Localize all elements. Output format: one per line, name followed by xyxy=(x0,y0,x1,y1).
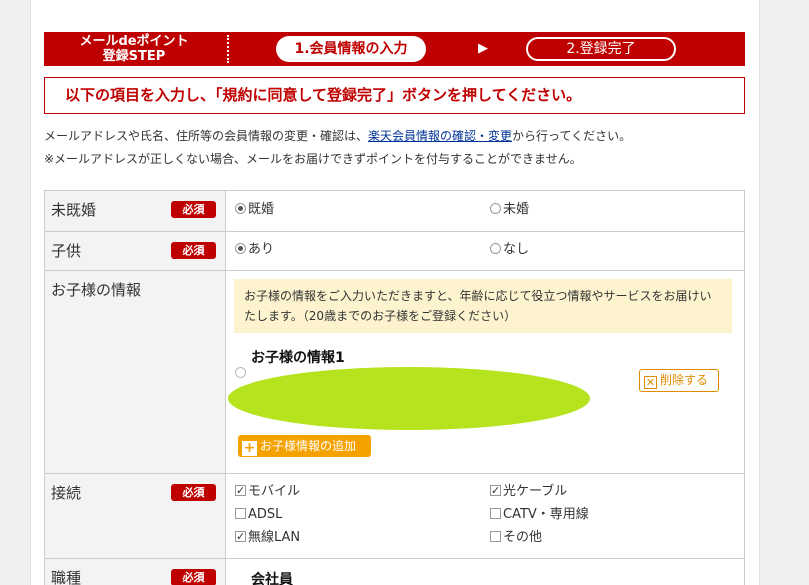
page-container: メールdeポイント 登録STEP 1.会員情報の入力 ▶ 2.登録完了 以下の項… xyxy=(30,0,760,585)
radio-unmarried[interactable]: 未婚 xyxy=(490,202,529,218)
checkbox-unchecked-icon[interactable] xyxy=(490,531,501,542)
required-badge: 必須 xyxy=(171,242,216,259)
registration-step-bar: メールdeポイント 登録STEP 1.会員情報の入力 ▶ 2.登録完了 xyxy=(44,32,745,66)
checkbox-checked-icon[interactable] xyxy=(235,483,246,499)
row-label: 未既婚 必須 xyxy=(45,191,226,231)
plus-icon: + xyxy=(242,440,257,456)
instruction-notice: 以下の項目を入力し、「規約に同意して登録完了」ボタンを押してください。 xyxy=(44,77,745,114)
row-label: 接続 必須 xyxy=(45,474,226,558)
row-child-info: お子様の情報 お子様の情報をご入力いただきますと、年齢に応じて役立つ情報やサービ… xyxy=(44,271,745,474)
info-text: メールアドレスや氏名、住所等の会員情報の変更・確認は、楽天会員情報の確認・変更か… xyxy=(44,125,745,171)
checkbox-adsl[interactable]: ADSL xyxy=(235,507,282,523)
step-bar-title: メールdeポイント 登録STEP xyxy=(79,34,189,64)
row-label: 子供 必須 xyxy=(45,232,226,270)
child-radio-icon[interactable] xyxy=(235,367,246,378)
registration-form: 未既婚 必須 既婚 未婚 子供 必須 あり なし お子様の情報 お子様の情報をご… xyxy=(44,190,745,585)
field-label: 子供 xyxy=(51,242,82,260)
member-info-link[interactable]: 楽天会員情報の確認・変更 xyxy=(368,129,512,143)
radio-unchecked-icon[interactable] xyxy=(490,203,501,214)
close-icon: ✕ xyxy=(644,376,657,389)
child-info-notice: お子様の情報をご入力いただきますと、年齢に応じて役立つ情報やサービスをお届けいた… xyxy=(234,279,732,333)
radio-married[interactable]: 既婚 xyxy=(235,202,274,218)
checkbox-unchecked-icon[interactable] xyxy=(490,508,501,519)
redacted-area xyxy=(228,367,590,430)
info-line-1: メールアドレスや氏名、住所等の会員情報の変更・確認は、楽天会員情報の確認・変更か… xyxy=(44,129,632,143)
field-label: 接続 xyxy=(51,484,82,502)
occupation-value: 会社員 xyxy=(251,572,293,585)
radio-children-no[interactable]: なし xyxy=(490,242,529,258)
row-children: 子供 必須 あり なし xyxy=(44,232,745,271)
radio-checked-icon[interactable] xyxy=(235,203,246,214)
required-badge: 必須 xyxy=(171,569,216,585)
row-occupation: 職種 必須 会社員 xyxy=(44,559,745,585)
checkbox-unchecked-icon[interactable] xyxy=(235,508,246,519)
checkbox-checked-icon[interactable] xyxy=(235,529,246,545)
info-line-2: ※メールアドレスが正しくない場合、メールをお届けできずポイントを付与することがで… xyxy=(44,152,582,166)
row-marital: 未既婚 必須 既婚 未婚 xyxy=(44,191,745,232)
step-2: 2.登録完了 xyxy=(526,37,676,61)
checkbox-mobile[interactable]: モバイル xyxy=(235,483,300,500)
required-badge: 必須 xyxy=(171,201,216,218)
checkbox-other[interactable]: その他 xyxy=(490,530,542,546)
field-label: お子様の情報 xyxy=(51,281,142,299)
field-label: 職種 xyxy=(51,569,82,585)
step-divider xyxy=(227,35,229,63)
checkbox-cable[interactable]: 光ケーブル xyxy=(490,483,567,500)
step-1-current: 1.会員情報の入力 xyxy=(276,36,426,62)
checkbox-checked-icon[interactable] xyxy=(490,483,501,499)
radio-children-yes[interactable]: あり xyxy=(235,242,274,258)
delete-child-button[interactable]: ✕ 削除する xyxy=(639,369,719,392)
add-child-button[interactable]: + お子様情報の追加 xyxy=(238,435,371,457)
radio-checked-icon[interactable] xyxy=(235,243,246,254)
row-label: 職種 必須 xyxy=(45,559,226,585)
row-connection: 接続 必須 モバイル 光ケーブル ADSL CATV・専用線 無線LAN その他 xyxy=(44,474,745,559)
field-label: 未既婚 xyxy=(51,201,97,219)
step-arrow-icon: ▶ xyxy=(478,41,488,56)
child-entry-title: お子様の情報1 xyxy=(251,350,345,366)
checkbox-catv[interactable]: CATV・専用線 xyxy=(490,507,589,523)
radio-unchecked-icon[interactable] xyxy=(490,243,501,254)
required-badge: 必須 xyxy=(171,484,216,501)
row-label: お子様の情報 xyxy=(45,271,226,473)
checkbox-wlan[interactable]: 無線LAN xyxy=(235,529,300,546)
